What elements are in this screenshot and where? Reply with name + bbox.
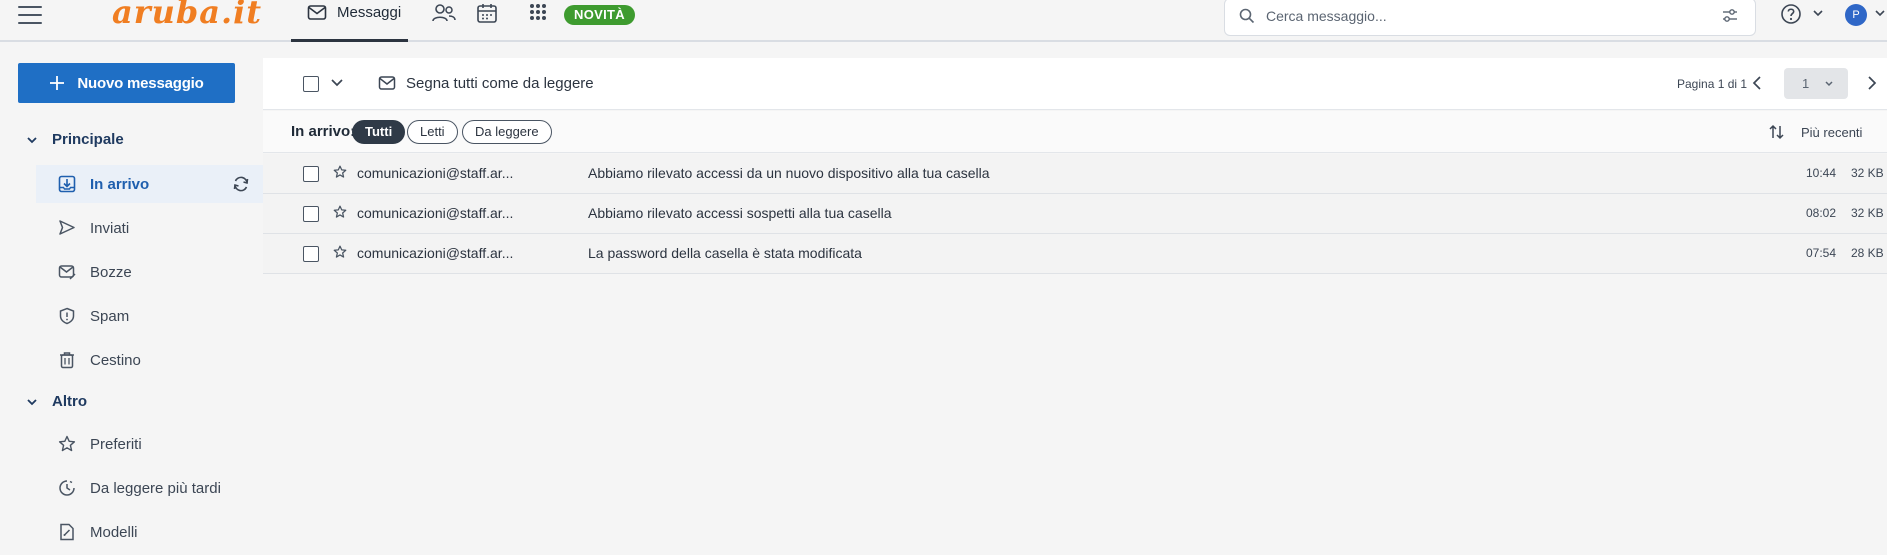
sidebar: Nuovo messaggio Principale In arrivo Inv…	[0, 44, 266, 555]
select-options-chevron-down-icon[interactable]	[329, 76, 345, 90]
chevron-down-icon	[27, 398, 37, 405]
message-size: 32 KB	[1851, 206, 1884, 220]
apps-grid-icon[interactable]	[526, 2, 552, 26]
message-checkbox[interactable]	[303, 206, 319, 222]
star-icon[interactable]	[333, 205, 347, 219]
menu-icon[interactable]	[18, 4, 42, 26]
avatar[interactable]: P	[1845, 4, 1867, 26]
sidebar-item-label: In arrivo	[90, 175, 150, 193]
message-row[interactable]: comunicazioni@staff.ar... Abbiamo rileva…	[263, 154, 1887, 194]
sidebar-item-inviati[interactable]: Inviati	[36, 209, 266, 247]
message-subject: La password della casella è stata modifi…	[588, 245, 862, 261]
message-list-panel: Segna tutti come da leggere Pagina 1 di …	[263, 58, 1887, 555]
filter-chip-tutti[interactable]: Tutti	[352, 120, 406, 144]
trash-icon	[60, 352, 74, 369]
sidebar-item-label: Bozze	[90, 263, 132, 281]
sidebar-item-cestino[interactable]: Cestino	[36, 341, 266, 379]
mail-icon[interactable]	[378, 75, 396, 91]
account-chevron-down-icon[interactable]	[1874, 8, 1886, 18]
sort-label[interactable]: Più recenti	[1801, 125, 1862, 140]
star-icon	[58, 435, 76, 452]
search-filters-icon[interactable]	[1721, 8, 1739, 24]
draft-icon	[58, 265, 76, 280]
message-checkbox[interactable]	[303, 166, 319, 182]
chevron-down-icon	[27, 136, 37, 143]
page-select-value: 1	[1802, 76, 1810, 91]
sidebar-item-label: Preferiti	[90, 435, 142, 453]
message-checkbox[interactable]	[303, 246, 319, 262]
sidebar-item-label: Spam	[90, 307, 130, 325]
sidebar-item-label: Modelli	[90, 523, 138, 541]
section-principale[interactable]: Principale	[26, 131, 124, 148]
mail-icon	[307, 5, 327, 20]
chevron-right-icon[interactable]	[1866, 74, 1878, 92]
select-all-checkbox[interactable]	[303, 76, 319, 92]
search-bar[interactable]: Cerca messaggio...	[1224, 0, 1756, 36]
help-chevron-down-icon[interactable]	[1812, 8, 1824, 18]
sidebar-item-bozze[interactable]: Bozze	[36, 253, 266, 291]
section-altro-title: Altro	[52, 393, 87, 410]
sidebar-item-da-leggere-piu-tardi[interactable]: Da leggere più tardi	[36, 469, 266, 507]
sidebar-item-label: Cestino	[90, 351, 141, 369]
inbox-icon	[58, 175, 76, 193]
sidebar-item-modelli[interactable]: Modelli	[36, 513, 266, 551]
pagination-text: Pagina 1 di 1	[1677, 77, 1748, 91]
top-bar: aruba.it Messaggi NOVITÀ Cerca messaggio…	[0, 0, 1887, 42]
clock-icon	[59, 480, 75, 496]
filter-bar: In arrivo: Tutti Letti Da leggere Più re…	[263, 111, 1887, 153]
novita-badge[interactable]: NOVITÀ	[564, 5, 635, 25]
message-row[interactable]: comunicazioni@staff.ar... La password de…	[263, 234, 1887, 274]
new-message-button[interactable]: Nuovo messaggio	[18, 63, 235, 103]
sort-icon[interactable]	[1768, 124, 1786, 140]
star-icon[interactable]	[333, 165, 347, 179]
tab-messages[interactable]: Messaggi	[291, 0, 408, 42]
sidebar-item-label: Inviati	[90, 219, 130, 237]
send-icon	[59, 220, 75, 235]
section-principale-title: Principale	[52, 131, 124, 148]
sidebar-item-in-arrivo[interactable]: In arrivo	[36, 165, 266, 203]
message-row[interactable]: comunicazioni@staff.ar... Abbiamo rileva…	[263, 194, 1887, 234]
filter-chip-da-leggere[interactable]: Da leggere	[462, 120, 552, 144]
refresh-icon[interactable]	[232, 175, 250, 193]
message-sender: comunicazioni@staff.ar...	[357, 245, 514, 261]
calendar-icon[interactable]	[474, 2, 500, 26]
list-toolbar: Segna tutti come da leggere Pagina 1 di …	[263, 58, 1887, 110]
message-size: 28 KB	[1851, 246, 1884, 260]
search-input[interactable]: Cerca messaggio...	[1266, 8, 1387, 24]
message-size: 32 KB	[1851, 166, 1884, 180]
message-sender: comunicazioni@staff.ar...	[357, 205, 514, 221]
message-sender: comunicazioni@staff.ar...	[357, 165, 514, 181]
aruba-logo[interactable]: aruba.it	[112, 0, 262, 31]
sidebar-item-preferiti[interactable]: Preferiti	[36, 425, 266, 463]
contacts-icon[interactable]	[431, 2, 457, 26]
help-icon[interactable]	[1780, 3, 1802, 25]
filter-chip-letti[interactable]: Letti	[407, 120, 458, 144]
section-altro[interactable]: Altro	[26, 393, 87, 410]
message-time: 07:54	[1806, 246, 1837, 260]
message-time: 10:44	[1806, 166, 1837, 180]
search-icon	[1239, 8, 1255, 24]
shield-icon	[59, 307, 75, 325]
chevron-left-icon[interactable]	[1751, 74, 1763, 92]
chevron-down-icon	[1825, 81, 1833, 87]
message-time: 08:02	[1806, 206, 1837, 220]
message-subject: Abbiamo rilevato accessi da un nuovo dis…	[588, 165, 990, 181]
tab-messages-label: Messaggi	[337, 4, 402, 21]
template-icon	[60, 523, 74, 541]
mark-all-unread-button[interactable]: Segna tutti come da leggere	[406, 75, 594, 92]
filter-label: In arrivo:	[291, 123, 356, 140]
plus-icon	[50, 76, 65, 90]
new-message-label: Nuovo messaggio	[77, 74, 204, 92]
sidebar-item-spam[interactable]: Spam	[36, 297, 266, 335]
page-select[interactable]: 1	[1784, 68, 1848, 99]
message-subject: Abbiamo rilevato accessi sospetti alla t…	[588, 205, 892, 221]
sidebar-item-label: Da leggere più tardi	[90, 479, 221, 497]
star-icon[interactable]	[333, 245, 347, 259]
